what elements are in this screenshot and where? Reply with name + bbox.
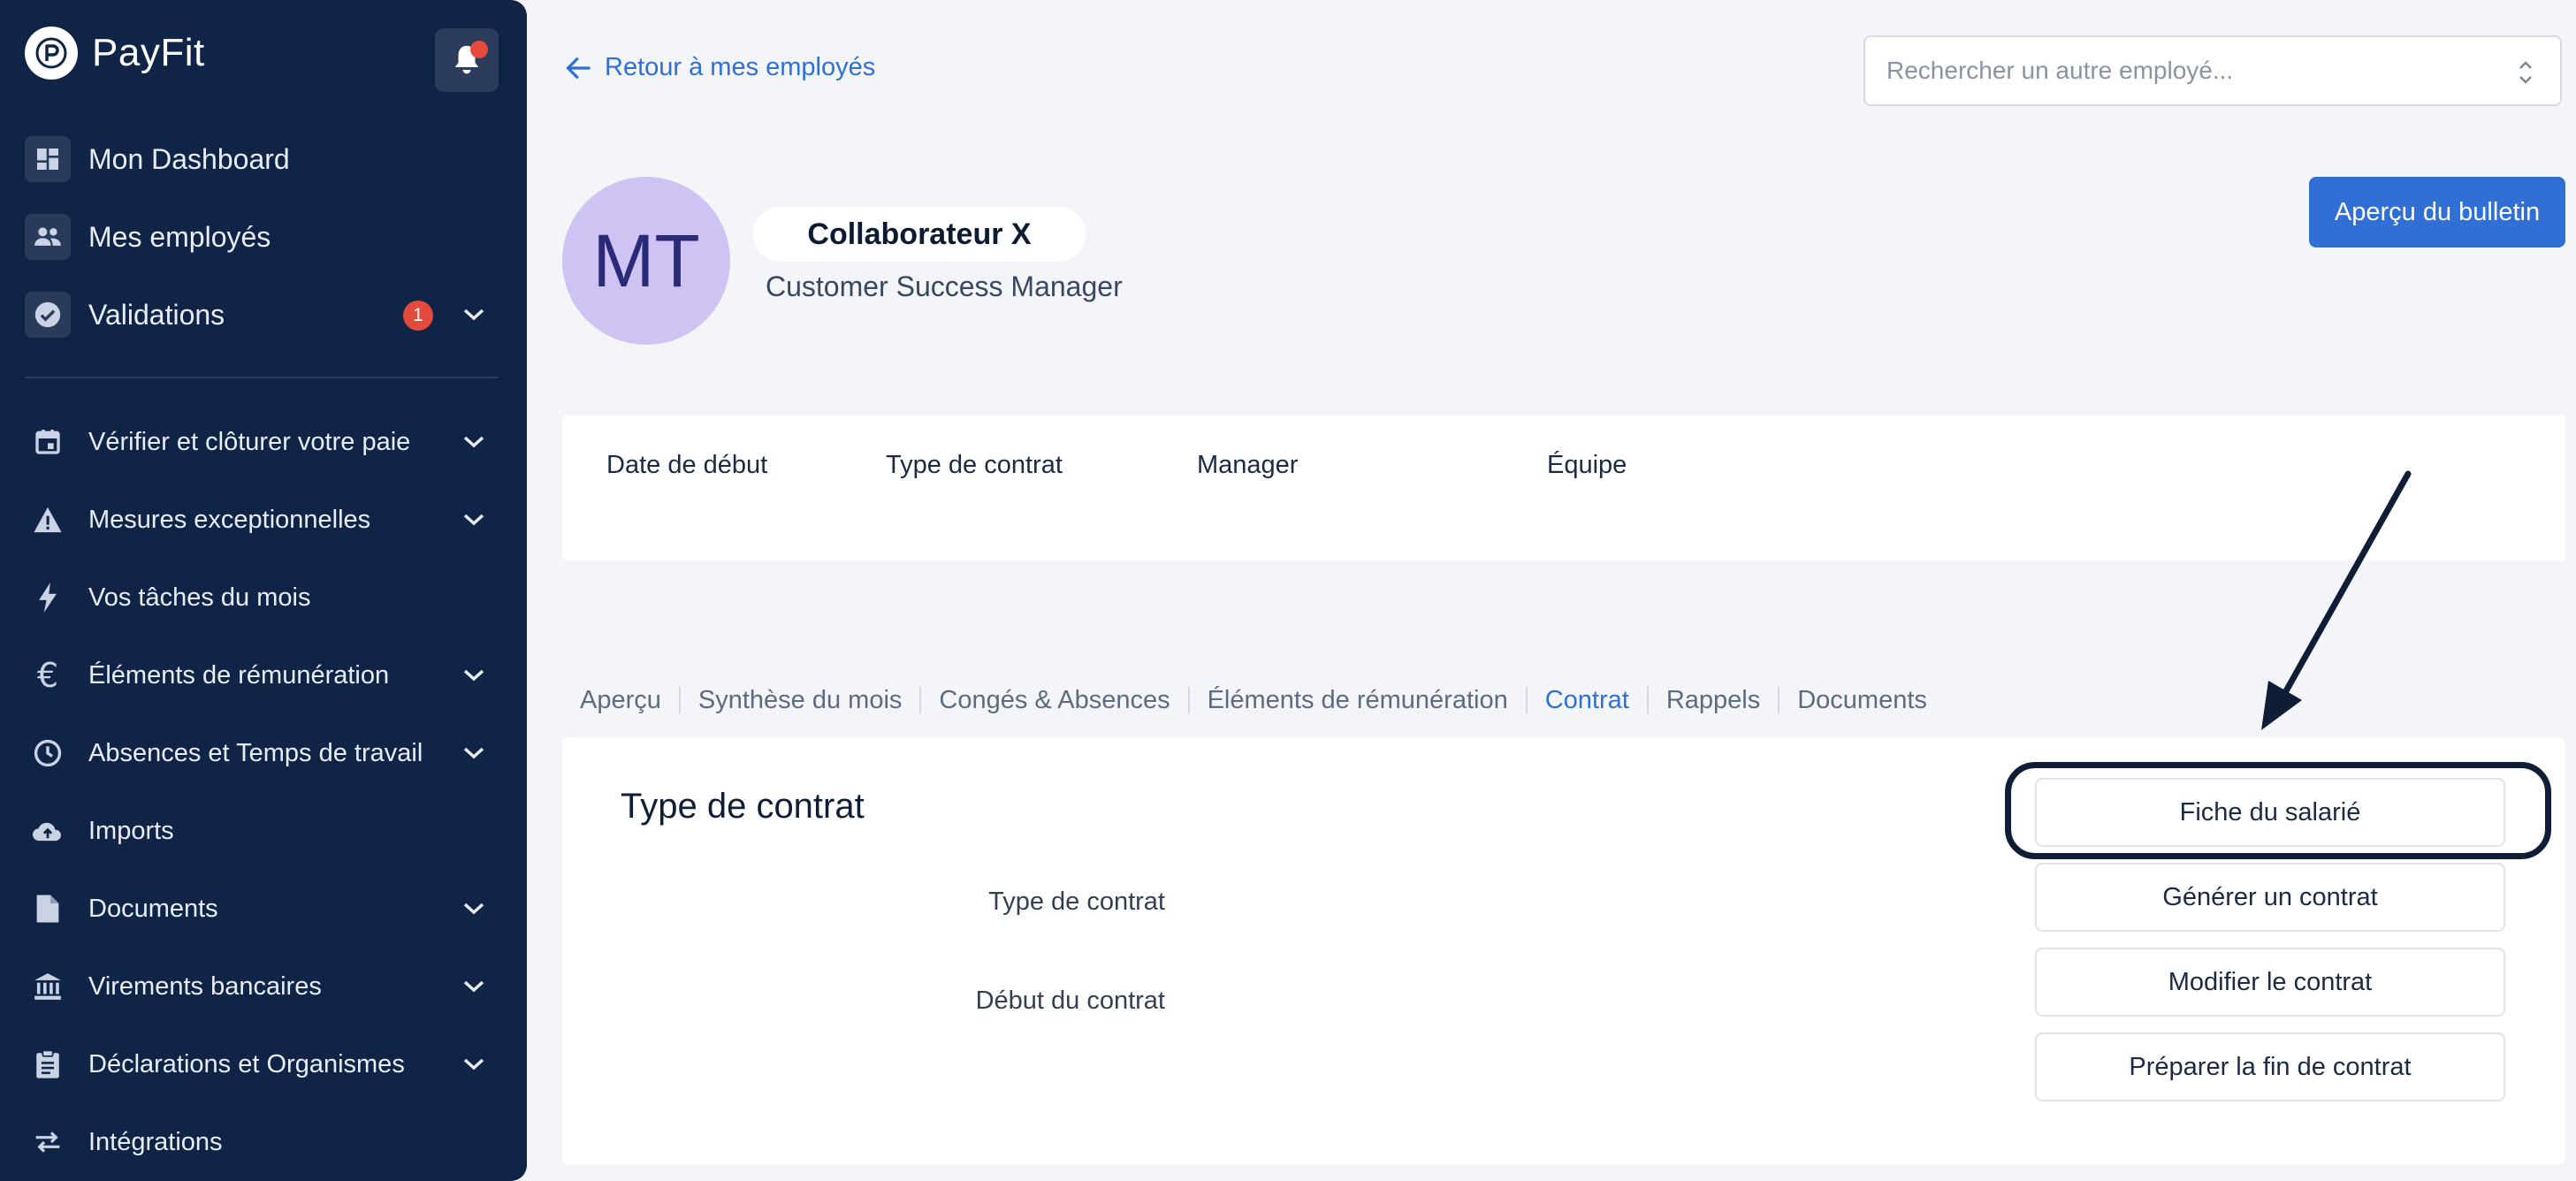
sidebar-item-validations[interactable]: Validations 1 [25,288,502,341]
manager-label: Manager [1197,451,1299,479]
sidebar: PayFit Mon Dashboard Mes employés Valida… [0,0,527,1181]
chevron-down-icon[interactable] [460,895,488,923]
prepare-contract-end-button[interactable]: Préparer la fin de contrat [2035,1032,2505,1101]
sidebar-divider [25,377,499,378]
sidebar-item-label: Déclarations et Organismes [88,1049,405,1078]
tab-separator [678,687,681,713]
sidebar-item-declarations[interactable]: Déclarations et Organismes [25,1038,502,1091]
sidebar-item-label: Intégrations [88,1127,223,1156]
sidebar-item-monthly-tasks[interactable]: Vos tâches du mois [25,571,502,624]
sidebar-item-label: Vérifier et clôturer votre paie [88,427,411,456]
calendar-icon [25,419,71,465]
avatar: MT [562,177,730,345]
chevron-down-icon[interactable] [460,972,488,1001]
employee-name: Collaborateur X [753,207,1086,262]
notifications-button[interactable] [435,28,499,92]
sidebar-item-label: Mon Dashboard [88,142,290,175]
arrow-left-icon [566,57,591,79]
start-date-label: Date de début [606,451,768,479]
tab-monthly-summary[interactable]: Synthèse du mois [698,686,903,715]
edit-contract-button[interactable]: Modifier le contrat [2035,948,2505,1017]
people-icon [25,214,71,260]
back-to-employees-link[interactable]: Retour à mes employés [566,53,875,82]
contract-start-field-label: Début du contrat [975,987,1165,1015]
chevron-down-icon[interactable] [460,739,488,767]
chevron-down-icon[interactable] [460,428,488,456]
validations-count-badge: 1 [403,301,433,331]
chevron-down-icon[interactable] [460,661,488,690]
tab-leaves-absences[interactable]: Congés & Absences [939,686,1170,715]
employee-info-card: Date de début Type de contrat Manager Éq… [562,415,2565,560]
sidebar-item-absences[interactable]: Absences et Temps de travail [25,727,502,780]
tab-separator [1525,687,1528,713]
sidebar-item-exceptional-measures[interactable]: Mesures exceptionnelles [25,493,502,546]
document-icon [25,886,71,932]
dashboard-icon [25,136,71,182]
team-label: Équipe [1547,451,1627,479]
back-link-label: Retour à mes employés [605,53,876,81]
employee-search-select[interactable] [1863,35,2562,106]
brand[interactable]: PayFit [25,27,205,80]
sidebar-item-dashboard[interactable]: Mon Dashboard [25,133,502,186]
payfit-logo-icon [25,27,78,80]
sidebar-item-label: Validations [88,298,225,331]
sidebar-item-label: Documents [88,894,218,923]
sidebar-item-integrations[interactable]: Intégrations [25,1116,502,1169]
employee-tabs: Aperçu Synthèse du mois Congés & Absence… [580,682,1927,718]
swap-icon [25,1119,71,1165]
warning-icon [25,497,71,543]
sidebar-item-documents[interactable]: Documents [25,882,502,935]
sidebar-item-remuneration[interactable]: € Éléments de rémunération [25,649,502,702]
notification-dot [470,41,488,58]
contract-type-field-label: Type de contrat [988,888,1165,916]
employee-job-title: Customer Success Manager [766,270,1123,302]
sidebar-item-label: Éléments de rémunération [88,660,390,690]
tab-separator [1778,687,1780,713]
cloud-upload-icon [25,808,71,854]
bolt-icon [25,575,71,621]
contract-type-label: Type de contrat [886,451,1063,479]
tab-documents[interactable]: Documents [1797,686,1927,715]
sidebar-item-imports[interactable]: Imports [25,804,502,857]
tab-separator [1187,687,1190,713]
sidebar-item-label: Imports [88,816,174,845]
sidebar-item-bank-transfers[interactable]: Virements bancaires [25,960,502,1013]
sidebar-item-label: Mesures exceptionnelles [88,505,371,534]
euro-icon: € [36,656,59,695]
contract-card-title: Type de contrat [621,787,865,826]
sidebar-item-label: Mes employés [88,220,271,253]
tab-contract[interactable]: Contrat [1545,686,1629,715]
brand-name: PayFit [92,31,205,74]
sidebar-item-verify-payroll[interactable]: Vérifier et clôturer votre paie [25,415,502,469]
sidebar-item-employees[interactable]: Mes employés [25,210,502,263]
sidebar-item-label: Absences et Temps de travail [88,738,423,767]
payslip-preview-button[interactable]: Aperçu du bulletin [2309,177,2565,248]
tab-reminders[interactable]: Rappels [1666,686,1760,715]
chevron-down-icon[interactable] [460,301,488,329]
sidebar-item-label: Vos tâches du mois [88,583,311,612]
employee-search-input[interactable] [1886,57,2505,85]
chevron-down-icon[interactable] [460,506,488,534]
tab-remuneration[interactable]: Éléments de rémunération [1208,686,1508,715]
tab-overview[interactable]: Aperçu [580,686,661,715]
chevron-down-icon[interactable] [460,1050,488,1078]
clock-icon [25,730,71,776]
sidebar-item-label: Virements bancaires [88,971,322,1001]
tab-separator [919,687,922,713]
clipboard-icon [25,1041,71,1087]
bank-icon [25,964,71,1010]
tab-separator [1646,687,1649,713]
generate-contract-button[interactable]: Générer un contrat [2035,863,2505,932]
chevron-updown-icon [2519,61,2532,84]
highlight-ring [2005,762,2551,859]
check-circle-icon [25,292,71,338]
